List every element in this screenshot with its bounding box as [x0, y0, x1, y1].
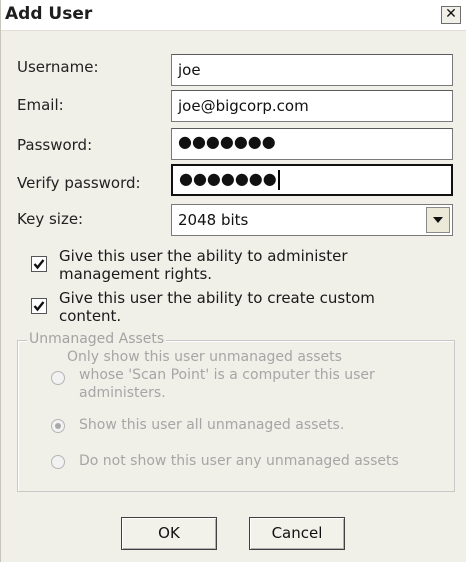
key-size-label: Key size: — [17, 210, 84, 228]
chevron-down-icon — [433, 217, 443, 223]
ok-button[interactable]: OK — [121, 517, 217, 550]
key-size-select[interactable]: 2048 bits — [171, 204, 453, 236]
unmanaged-option-scan-point-radio[interactable] — [51, 371, 65, 385]
admin-rights-label-line2: management rights. — [59, 265, 213, 283]
unmanaged-assets-legend: Unmanaged Assets — [27, 331, 167, 347]
title-bar: Add User ✕ — [1, 0, 466, 31]
key-size-value: 2048 bits — [178, 211, 249, 229]
cancel-button[interactable]: Cancel — [249, 517, 345, 550]
custom-content-checkbox[interactable] — [31, 298, 47, 314]
dropdown-button[interactable] — [426, 207, 450, 233]
verify-password-label: Verify password: — [17, 174, 141, 192]
email-input[interactable]: joe@bigcorp.com — [171, 90, 453, 122]
dialog-title: Add User — [5, 4, 93, 24]
unmanaged-option-none-label: Do not show this user any unmanaged asse… — [79, 453, 399, 469]
password-input[interactable]: ●●●●●●● — [171, 128, 453, 160]
checkmark-icon — [33, 301, 45, 312]
username-input[interactable]: joe — [171, 54, 453, 86]
verify-password-mask: ●●●●●●● — [179, 169, 277, 188]
verify-password-input[interactable]: ●●●●●●● — [171, 164, 453, 196]
unmanaged-option-scan-point-line1: Only show this user unmanaged assets — [67, 349, 342, 365]
custom-content-label-line2: content. — [59, 307, 122, 325]
password-mask: ●●●●●●● — [178, 132, 276, 151]
close-button[interactable]: ✕ — [441, 6, 461, 24]
password-label: Password: — [17, 136, 93, 154]
add-user-dialog: Add User ✕ Username: joe Email: joe@bigc… — [0, 0, 466, 562]
unmanaged-option-all-label: Show this user all unmanaged assets. — [79, 417, 345, 433]
custom-content-label-line1: Give this user the ability to create cus… — [59, 289, 375, 307]
unmanaged-option-none-radio[interactable] — [51, 455, 65, 469]
username-value: joe — [178, 61, 201, 79]
text-caret — [277, 169, 280, 190]
email-label: Email: — [17, 96, 64, 114]
username-label: Username: — [17, 58, 99, 76]
checkmark-icon — [33, 259, 45, 270]
admin-rights-checkbox[interactable] — [31, 256, 47, 272]
unmanaged-option-all-radio[interactable] — [51, 419, 65, 433]
close-icon: ✕ — [445, 6, 457, 22]
admin-rights-label-line1: Give this user the ability to administer — [59, 247, 348, 265]
unmanaged-option-scan-point-line2: whose 'Scan Point' is a computer this us… — [79, 367, 375, 383]
unmanaged-option-scan-point-line3: administers. — [79, 385, 166, 401]
email-value: joe@bigcorp.com — [178, 97, 309, 115]
